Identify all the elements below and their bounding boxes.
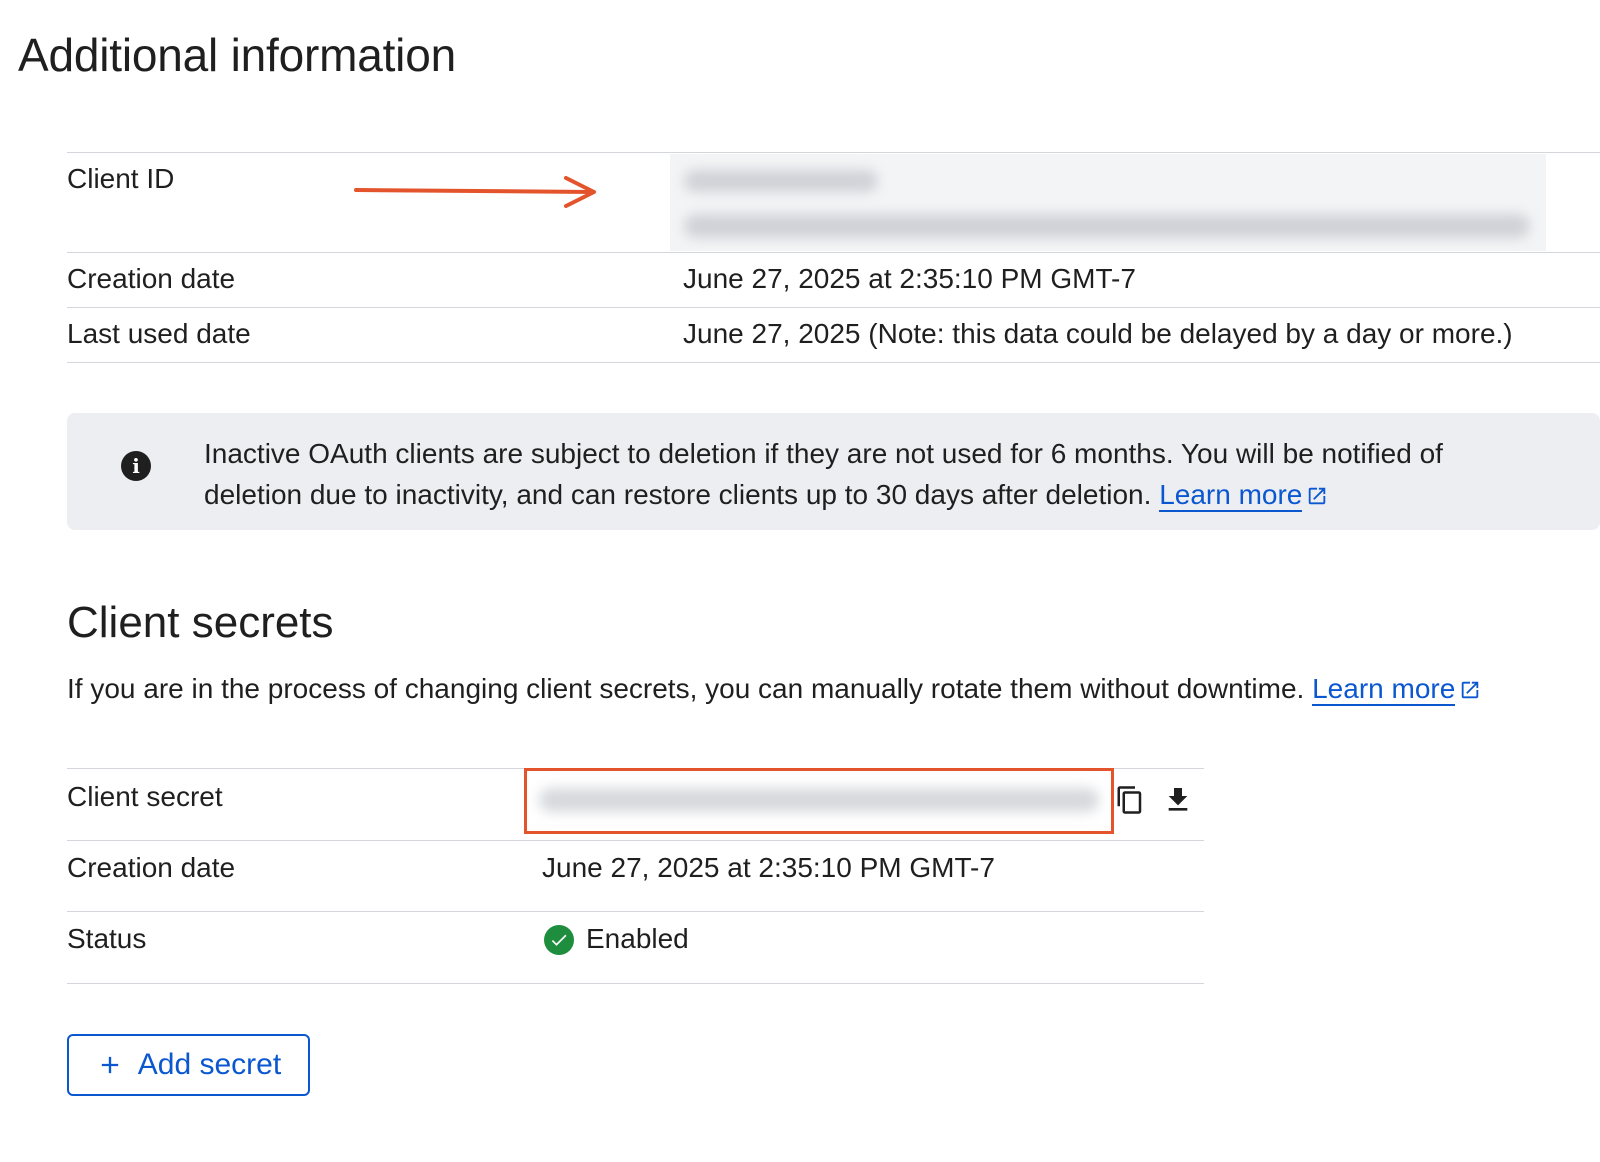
secret-creation-date-value: June 27, 2025 at 2:35:10 PM GMT-7	[542, 852, 995, 883]
client-secret-label: Client secret	[67, 781, 223, 812]
client-secrets-learn-more-link[interactable]: Learn more	[1312, 673, 1456, 706]
secret-creation-date-label: Creation date	[67, 852, 236, 883]
annotation-arrow	[354, 176, 596, 208]
last-used-date-label: Last used date	[67, 318, 251, 349]
add-secret-label: Add secret	[137, 1048, 282, 1081]
client-id-value-redacted[interactable]	[670, 154, 1546, 251]
creation-date-label: Creation date	[67, 263, 236, 294]
status-value: Enabled	[586, 923, 689, 954]
add-secret-button[interactable]: Add secret	[67, 1034, 310, 1096]
info-icon: i	[121, 451, 151, 481]
external-link-icon[interactable]	[1459, 679, 1481, 701]
client-secrets-title: Client secrets	[67, 598, 334, 647]
last-used-date-value: June 27, 2025 (Note: this data could be …	[683, 318, 1513, 349]
copy-icon[interactable]	[1112, 782, 1148, 818]
client-secrets-description-text: If you are in the process of changing cl…	[67, 673, 1305, 704]
client-secrets-description: If you are in the process of changing cl…	[67, 673, 1481, 706]
notice-text: Inactive OAuth clients are subject to de…	[204, 433, 1534, 515]
notice-learn-more-link[interactable]: Learn more	[1159, 479, 1303, 512]
client-secret-value-redacted[interactable]	[524, 768, 1114, 834]
external-link-icon[interactable]	[1306, 485, 1328, 507]
notice-learn-more-label: Learn more	[1159, 479, 1303, 510]
client-id-label: Client ID	[67, 163, 175, 194]
divider	[67, 983, 1204, 984]
divider	[67, 307, 1600, 308]
page-title: Additional information	[18, 29, 456, 81]
divider	[67, 911, 1204, 912]
divider	[67, 152, 1600, 153]
divider	[67, 840, 1204, 841]
creation-date-value: June 27, 2025 at 2:35:10 PM GMT-7	[683, 263, 1136, 294]
divider	[67, 252, 1600, 253]
divider	[67, 362, 1600, 363]
status-label: Status	[67, 923, 147, 954]
check-circle-icon	[544, 925, 574, 955]
client-secrets-learn-more-label: Learn more	[1312, 673, 1456, 704]
download-icon[interactable]	[1160, 782, 1196, 818]
plus-icon	[101, 1056, 118, 1074]
